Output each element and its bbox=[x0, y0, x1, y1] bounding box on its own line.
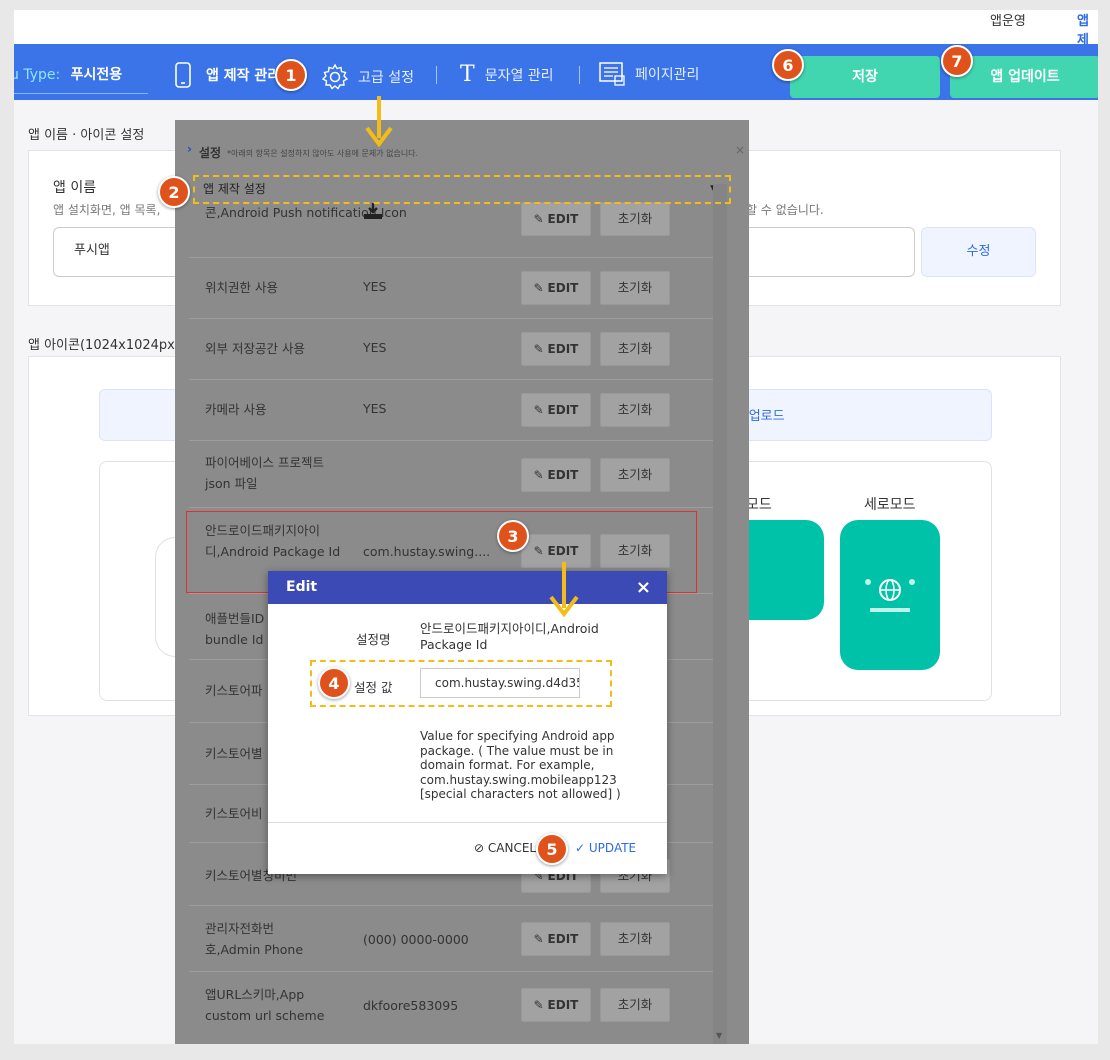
edit-dialog-title: Edit bbox=[286, 579, 318, 595]
pencil-icon: ✎ bbox=[533, 342, 544, 356]
chevron-right-icon: › bbox=[187, 142, 192, 156]
setting-help-text: Value for specifying Android app package… bbox=[420, 729, 621, 801]
download-icon bbox=[364, 203, 382, 219]
step-badge-4: 4 bbox=[318, 667, 350, 699]
dialog-footer-divider bbox=[268, 822, 667, 823]
pencil-icon: ✎ bbox=[533, 998, 544, 1012]
settings-row-name: 키스토어파 bbox=[205, 683, 263, 698]
edit-button[interactable]: ✎ EDIT bbox=[521, 393, 591, 427]
update-button[interactable]: ✓ UPDATE bbox=[575, 841, 636, 855]
settings-row: 외부 저장공간 사용 YES ✎ EDIT 초기화 bbox=[189, 319, 713, 380]
check-icon: ✓ bbox=[575, 841, 586, 855]
step-badge-6: 6 bbox=[772, 49, 804, 81]
reset-button[interactable]: 초기화 bbox=[600, 458, 670, 492]
settings-row: 콘,Android Push notification Icon ✎ EDIT … bbox=[189, 202, 713, 258]
cancel-label: CANCEL bbox=[487, 841, 537, 855]
reset-button[interactable]: 초기화 bbox=[600, 988, 670, 1022]
reset-button[interactable]: 초기화 bbox=[600, 271, 670, 305]
reset-button[interactable]: 초기화 bbox=[600, 393, 670, 427]
settings-row-name: 앱URL스키마,App custom url scheme bbox=[205, 987, 325, 1023]
settings-row-value: YES bbox=[363, 279, 387, 294]
pencil-icon: ✎ bbox=[533, 468, 544, 482]
settings-row-name: 애플번들ID bundle Id bbox=[205, 611, 265, 647]
scroll-down-icon[interactable]: ▼ bbox=[716, 1031, 722, 1040]
edit-button[interactable]: ✎ EDIT bbox=[521, 271, 591, 305]
reset-button[interactable]: 초기화 bbox=[600, 922, 670, 956]
settings-row-name: 카메라 사용 bbox=[205, 402, 267, 417]
settings-row-name: 위치권한 사용 bbox=[205, 280, 278, 295]
step-badge-2: 2 bbox=[158, 176, 190, 208]
settings-row-name: 파이어베이스 프로젝트 json 파일 bbox=[205, 455, 324, 491]
settings-row: 카메라 사용 YES ✎ EDIT 초기화 bbox=[189, 380, 713, 441]
edit-button[interactable]: ✎ EDIT bbox=[521, 922, 591, 956]
panel-close-icon[interactable]: × bbox=[735, 143, 745, 157]
edit-button[interactable]: ✎ EDIT bbox=[521, 458, 591, 492]
settings-row: 앱URL스키마,App custom url scheme dkfoore583… bbox=[189, 972, 713, 1038]
arrow-down-icon bbox=[549, 562, 579, 618]
settings-row-name: 키스토어별 bbox=[205, 746, 263, 761]
pencil-icon: ✎ bbox=[533, 281, 544, 295]
pencil-icon: ✎ bbox=[533, 403, 544, 417]
dialog-close-icon[interactable]: × bbox=[636, 571, 651, 604]
edit-dialog: Edit × 설정명 안드로이드패키지아이디,Android Package I… bbox=[268, 571, 667, 874]
setting-name-value: 안드로이드패키지아이디,Android Package Id bbox=[420, 621, 599, 652]
settings-row-value: dkfoore583095 bbox=[363, 998, 459, 1013]
settings-row-name: 관리자전화번호,Admin Phone bbox=[205, 921, 304, 957]
settings-row: 위치권한 사용 YES ✎ EDIT 초기화 bbox=[189, 258, 713, 319]
settings-row-value: YES bbox=[363, 340, 387, 355]
ban-icon: ⊘ bbox=[474, 841, 485, 855]
edit-button[interactable]: ✎ EDIT bbox=[521, 332, 591, 366]
edit-dialog-header: Edit × bbox=[268, 571, 667, 604]
settings-row: 관리자전화번호,Admin Phone (000) 0000-0000 ✎ ED… bbox=[189, 906, 713, 972]
update-label: UPDATE bbox=[588, 841, 637, 855]
highlight-box-value-input bbox=[310, 660, 612, 707]
edit-button[interactable]: ✎ EDIT bbox=[521, 988, 591, 1022]
cancel-button[interactable]: ⊘ CANCEL bbox=[474, 841, 536, 855]
settings-row: 파이어베이스 프로젝트 json 파일 ✎ EDIT 초기화 bbox=[189, 441, 713, 508]
step-badge-1: 1 bbox=[275, 59, 307, 91]
panel-scrollbar[interactable]: ▼ bbox=[713, 184, 727, 1044]
arrow-down-icon bbox=[365, 96, 393, 148]
settings-panel-title: 설정 bbox=[199, 146, 222, 160]
step-badge-3: 3 bbox=[497, 520, 529, 552]
settings-row-name: 외부 저장공간 사용 bbox=[205, 341, 305, 356]
step-badge-5: 5 bbox=[536, 833, 568, 865]
setting-name-label: 설정명 bbox=[356, 632, 391, 647]
reset-button[interactable]: 초기화 bbox=[600, 202, 670, 236]
pencil-icon: ✎ bbox=[533, 932, 544, 946]
settings-row-value: YES bbox=[363, 401, 387, 416]
step-badge-7: 7 bbox=[941, 45, 973, 77]
modal-overlay: › 설정 *아래의 항목은 설정하지 않아도 사용에 문제가 없습니다. × 앱… bbox=[0, 0, 1110, 1060]
reset-button[interactable]: 초기화 bbox=[600, 332, 670, 366]
edit-button[interactable]: ✎ EDIT bbox=[521, 202, 591, 236]
highlight-box-select bbox=[193, 175, 731, 204]
settings-row-name: 키스토어비 bbox=[205, 806, 263, 821]
settings-row-value: (000) 0000-0000 bbox=[363, 932, 469, 947]
pencil-icon: ✎ bbox=[533, 212, 544, 226]
